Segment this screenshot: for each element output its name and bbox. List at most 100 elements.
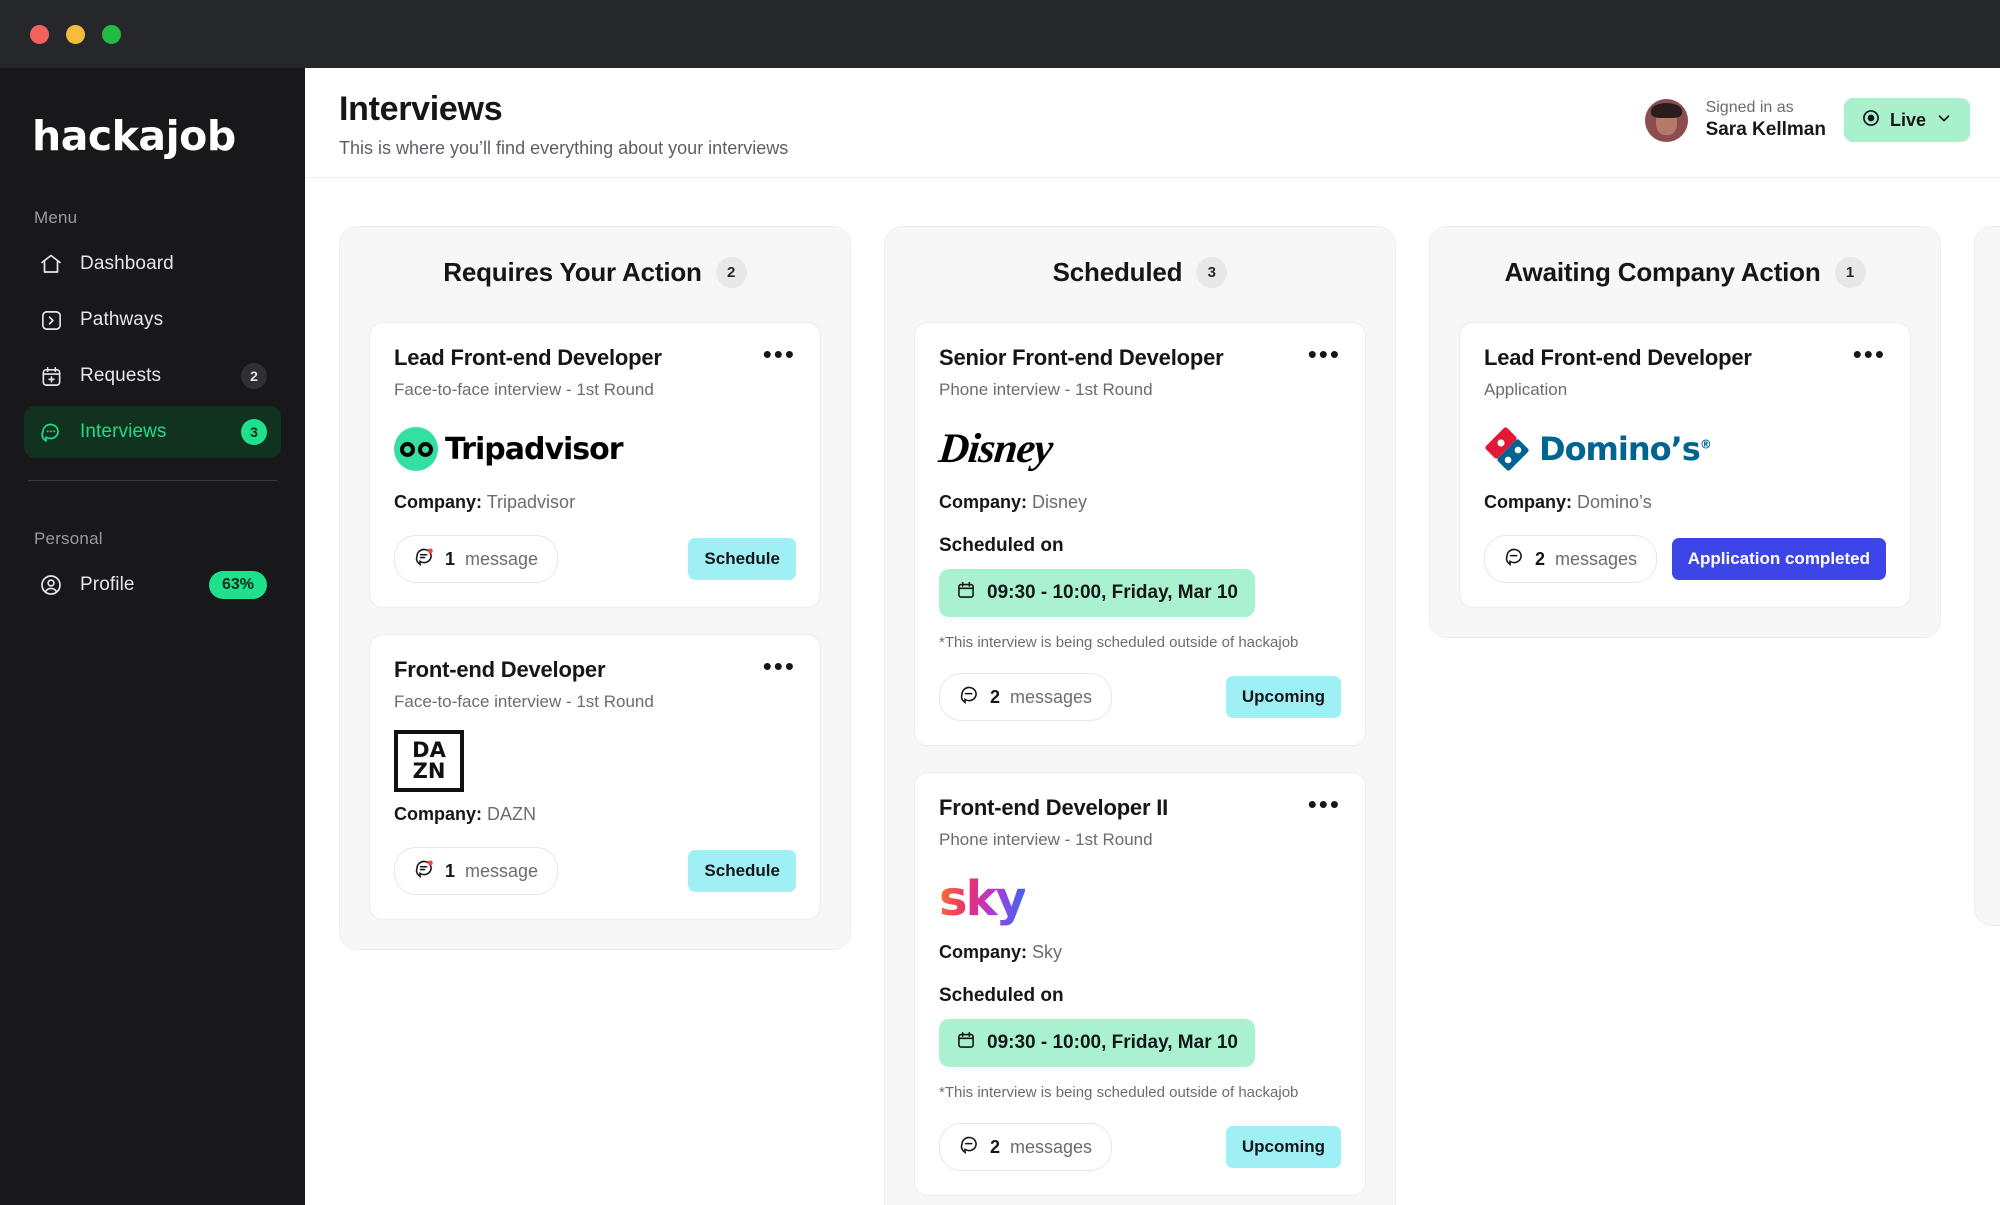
home-icon [38, 251, 64, 277]
interview-card[interactable]: Senior Front-end Developer ••• Phone int… [914, 322, 1366, 746]
sidebar-item-label: Interviews [80, 421, 167, 442]
calendar-plus-icon [38, 363, 64, 389]
avatar[interactable] [1644, 98, 1688, 142]
sidebar-item-interviews[interactable]: Interviews 3 [24, 406, 281, 458]
brand-logo[interactable]: hackajob [24, 68, 281, 160]
sidebar-item-label: Requests [80, 365, 162, 386]
card-more-options-icon[interactable]: ••• [753, 653, 796, 679]
column-count-badge: 1 [1834, 257, 1866, 288]
upcoming-button[interactable]: Upcoming [1225, 676, 1341, 718]
interview-card[interactable]: Lead Front-end Developer ••• Face-to-fac… [369, 322, 821, 608]
profile-completion-badge: 63% [208, 571, 267, 599]
upcoming-button[interactable]: Upcoming [1225, 1126, 1341, 1168]
minimize-window-icon[interactable] [66, 24, 85, 44]
schedule-button[interactable]: Schedule [688, 850, 796, 892]
scheduled-time-pill: 09:30 - 10:00, Friday, Mar 10 [939, 1019, 1255, 1067]
company-label: Company: [1484, 492, 1573, 512]
sidebar-item-profile[interactable]: Profile 63% [24, 559, 281, 611]
message-icon [959, 684, 980, 710]
scheduled-on-label: Scheduled on [939, 985, 1064, 1006]
sidebar-divider [28, 480, 277, 481]
sidebar-item-label: Dashboard [80, 253, 174, 274]
messages-pill[interactable]: 1 message [394, 847, 559, 895]
company-logo: Disney [937, 416, 1341, 482]
live-status-button[interactable]: Live [1843, 98, 1970, 142]
messages-count: 2 [1535, 548, 1546, 569]
scheduled-on-label: Scheduled on [939, 535, 1064, 556]
page-subtitle: This is where you’ll find everything abo… [339, 138, 789, 158]
card-interview-type: Phone interview - 1st Round [939, 830, 1153, 849]
interview-card[interactable]: Front-end Developer ••• Face-to-face int… [369, 634, 821, 920]
card-company-line: Company: Disney [939, 492, 1341, 513]
outside-hackajob-note: *This interview is being scheduled outsi… [939, 1084, 1299, 1101]
tripadvisor-logo: Tripadvisor [394, 427, 624, 471]
company-name: DAZN [487, 804, 537, 824]
sidebar-item-requests[interactable]: Requests 2 [24, 350, 281, 402]
messages-count: 2 [990, 1136, 1001, 1157]
board-column-next [1974, 226, 2000, 926]
card-job-title: Front-end Developer [394, 657, 606, 682]
card-more-options-icon[interactable]: ••• [753, 341, 796, 367]
messages-pill[interactable]: 2 messages [939, 1123, 1113, 1171]
card-company-line: Company: Sky [939, 942, 1341, 963]
messages-pill[interactable]: 2 messages [939, 673, 1113, 721]
message-icon [414, 546, 435, 572]
card-more-options-icon[interactable]: ••• [1843, 341, 1886, 367]
card-footer: 2 messages Upcoming [939, 673, 1341, 721]
page-header: Interviews This is where you’ll find eve… [305, 68, 2000, 178]
company-name: Disney [1032, 492, 1088, 512]
card-job-title: Lead Front-end Developer [1484, 345, 1752, 370]
scheduled-time-pill: 09:30 - 10:00, Friday, Mar 10 [939, 569, 1255, 617]
maximize-window-icon[interactable] [102, 24, 121, 44]
column-title: Scheduled [1052, 257, 1183, 287]
board-column-requires-your-action: Requires Your Action 2 Lead Front-end De… [339, 226, 851, 950]
company-name: Sky [1032, 942, 1063, 962]
column-title: Requires Your Action [443, 257, 702, 287]
card-header: Front-end Developer ••• [394, 653, 796, 683]
schedule-button[interactable]: Schedule [688, 538, 796, 580]
card-company-line: Company: DAZN [394, 804, 796, 825]
interview-card[interactable]: Front-end Developer II ••• Phone intervi… [914, 772, 1366, 1196]
card-more-options-icon[interactable]: ••• [1298, 791, 1341, 817]
user-circle-icon [38, 572, 64, 598]
app-window: hackajob Menu Dashboard Pathways Request… [0, 0, 2000, 1205]
message-icon [959, 1134, 980, 1160]
card-interview-type: Application [1484, 380, 1568, 399]
close-window-icon[interactable] [30, 24, 49, 44]
messages-count: 1 [445, 548, 456, 569]
sidebar-badge-interviews: 3 [241, 419, 267, 445]
scheduled-time-text: 09:30 - 10:00, Friday, Mar 10 [987, 582, 1238, 603]
company-logo: sky [939, 866, 1341, 932]
window-titlebar [0, 0, 2000, 68]
interview-card[interactable]: Lead Front-end Developer ••• Application [1459, 322, 1911, 608]
messages-word: message [465, 860, 539, 881]
traffic-light-controls [30, 24, 121, 44]
sidebar-item-pathways[interactable]: Pathways [24, 294, 281, 346]
messages-word: message [465, 548, 539, 569]
pathways-icon [38, 307, 64, 333]
page-title: Interviews [339, 90, 503, 128]
dazn-logo: DA ZN [394, 730, 464, 792]
page-header-text: Interviews This is where you’ll find eve… [339, 90, 788, 159]
card-footer: 2 messages Upcoming [939, 1123, 1341, 1171]
chevron-down-icon [1935, 109, 1953, 132]
application-completed-button[interactable]: Application completed [1671, 538, 1886, 580]
messages-pill[interactable]: 1 message [394, 535, 559, 583]
company-logo: DA ZN [394, 728, 796, 794]
messages-word: messages [1010, 686, 1093, 707]
card-footer: 1 message Schedule [394, 535, 796, 583]
sidebar-section-personal: Personal [34, 529, 103, 548]
card-interview-type: Face-to-face interview - 1st Round [394, 380, 654, 399]
column-header: Awaiting Company Action 1 [1459, 257, 1911, 288]
card-more-options-icon[interactable]: ••• [1298, 341, 1341, 367]
card-interview-type: Phone interview - 1st Round [939, 380, 1153, 399]
messages-pill[interactable]: 2 messages [1484, 535, 1658, 583]
dominos-domino-icon [1484, 426, 1530, 472]
signed-in-info: Signed in as Sara Kellman [1706, 98, 1826, 142]
card-header: Lead Front-end Developer ••• [1484, 341, 1886, 371]
column-header: Scheduled 3 [914, 257, 1366, 288]
sidebar-item-dashboard[interactable]: Dashboard [24, 238, 281, 290]
card-header: Lead Front-end Developer ••• [394, 341, 796, 371]
outside-hackajob-note: *This interview is being scheduled outsi… [939, 634, 1299, 651]
target-icon [1861, 108, 1881, 133]
